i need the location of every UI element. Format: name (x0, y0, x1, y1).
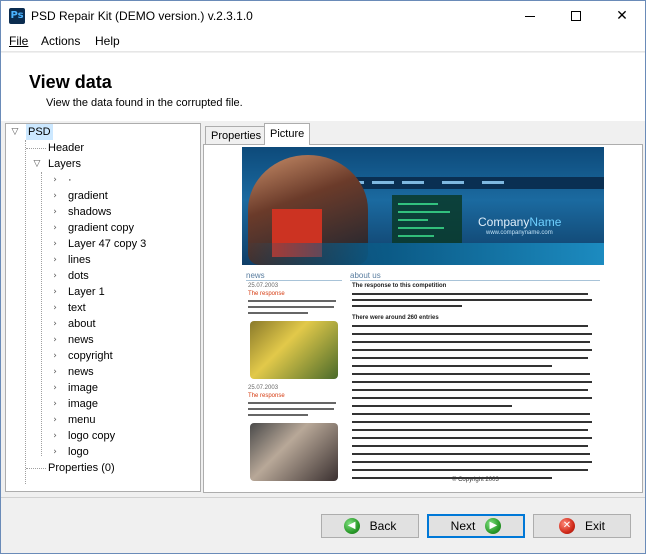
exit-button[interactable]: ✕ Exit (533, 514, 631, 538)
menu-actions[interactable]: Actions (41, 34, 80, 48)
chevron-right-icon[interactable]: › (50, 268, 60, 284)
tree-label: menu (68, 414, 96, 426)
footer-separator (1, 497, 645, 498)
chevron-right-icon[interactable]: › (50, 220, 60, 236)
tree-label: Layers (48, 158, 82, 170)
page-subtitle: View the data found in the corrupted fil… (46, 97, 243, 109)
chevron-right-icon[interactable]: › (50, 332, 60, 348)
arrow-right-icon: ▶ (485, 518, 502, 534)
app-window: Ps PSD Repair Kit (DEMO version.) v.2.3.… (0, 0, 646, 554)
tree-connector (41, 172, 42, 456)
chevron-right-icon[interactable]: › (50, 364, 60, 380)
tree-connector (26, 148, 46, 149)
tab-properties[interactable]: Properties (205, 126, 268, 146)
preview-news-heading: news (246, 271, 342, 281)
preview-news-image (250, 321, 338, 379)
preview-news-date: 25.07.2003 (248, 385, 279, 391)
tree-label: Layer 1 (68, 286, 105, 298)
back-button-label: Back (369, 519, 397, 533)
minimize-icon (525, 15, 535, 17)
chevron-right-icon[interactable]: › (50, 428, 60, 444)
chevron-right-icon[interactable]: › (50, 284, 60, 300)
tab-picture[interactable]: Picture (264, 123, 311, 145)
preview-company-name: CompanyName (478, 215, 562, 229)
close-circle-icon: ✕ (558, 518, 575, 534)
chevron-down-icon[interactable]: ▽ (10, 124, 20, 140)
preview-copyright: © Copyright 2003 (452, 477, 499, 483)
tree-label: shadows (68, 206, 112, 218)
app-icon: Ps (9, 8, 25, 24)
preview-banner: CompanyName www.companyname.com (242, 147, 604, 265)
tree-label: Layer 47 copy 3 (68, 238, 147, 250)
chevron-right-icon[interactable]: › (50, 172, 60, 188)
preview-news-title: The response (248, 291, 285, 297)
tree-label: lines (68, 254, 91, 266)
tree-label: copyright (68, 350, 113, 362)
tree-label: news (68, 334, 94, 346)
page-title: View data (29, 72, 112, 92)
chevron-down-icon[interactable]: ▽ (32, 156, 42, 172)
tree-label: news (68, 366, 94, 378)
maximize-button[interactable] (553, 1, 599, 31)
next-button[interactable]: Next ▶ (427, 514, 525, 538)
preview-about-column: about us The response to this competitio… (350, 271, 600, 479)
tree-label: Properties (0) (48, 462, 115, 474)
title-bar: Ps PSD Repair Kit (DEMO version.) v.2.3.… (1, 1, 645, 31)
chevron-right-icon[interactable]: › (50, 380, 60, 396)
chevron-right-icon[interactable]: › (50, 396, 60, 412)
preview-about-heading: about us (350, 271, 600, 281)
menu-help[interactable]: Help (95, 34, 120, 48)
preview-company-url: www.companyname.com (486, 230, 553, 236)
tree-label: PSD (26, 124, 53, 140)
tree-connector (26, 468, 46, 469)
preview-news-date: 25.07.2003 (248, 283, 279, 289)
chevron-right-icon[interactable]: › (50, 300, 60, 316)
chevron-right-icon[interactable]: › (50, 236, 60, 252)
maximize-icon (571, 11, 581, 21)
menu-bar: File Actions Help (1, 31, 645, 52)
exit-button-label: Exit (584, 519, 605, 533)
close-icon: ✕ (616, 8, 628, 24)
chevron-right-icon[interactable]: › (50, 412, 60, 428)
tree-label: logo copy (68, 430, 116, 442)
tree-label: gradient copy (68, 222, 135, 234)
chevron-right-icon[interactable]: › (50, 204, 60, 220)
tree-label: text (68, 302, 86, 314)
tree-label: logo (68, 446, 89, 458)
chevron-right-icon[interactable]: › (50, 188, 60, 204)
preview-news-column: news 25.07.2003 The response 25.07.2003 … (246, 271, 342, 481)
tree-label: image (68, 398, 98, 410)
minimize-button[interactable] (507, 1, 553, 31)
close-button[interactable]: ✕ (599, 1, 645, 31)
preview-news-image (250, 423, 338, 481)
preview-bar (242, 243, 604, 265)
menu-file[interactable]: File (9, 34, 28, 48)
preview-about-bold: There were around 260 entries (352, 315, 439, 321)
tree-label: about (68, 318, 96, 330)
chevron-right-icon[interactable]: › (50, 348, 60, 364)
back-button[interactable]: ◀ Back (321, 514, 419, 538)
tree-label: · (68, 174, 72, 186)
psd-preview-image: CompanyName www.companyname.com news 25.… (242, 147, 604, 489)
preview-news-title: The response (248, 393, 285, 399)
next-button-label: Next (450, 519, 476, 533)
window-title: PSD Repair Kit (DEMO version.) v.2.3.1.0 (31, 9, 253, 23)
tree-connector (25, 140, 26, 484)
arrow-left-icon: ◀ (343, 518, 360, 534)
tree-label: gradient (68, 190, 108, 202)
chevron-right-icon[interactable]: › (50, 252, 60, 268)
tree-label: dots (68, 270, 89, 282)
tree-label: Header (48, 142, 85, 154)
structure-tree[interactable]: ▽ PSD Header ▽ Layers › · › gradient › shad… (5, 123, 201, 492)
wizard-header: View data View the data found in the cor… (1, 53, 645, 121)
chevron-right-icon[interactable]: › (50, 444, 60, 460)
tree-label: image (68, 382, 98, 394)
chevron-right-icon[interactable]: › (50, 316, 60, 332)
preview-about-bold: The response to this competition (352, 283, 447, 289)
